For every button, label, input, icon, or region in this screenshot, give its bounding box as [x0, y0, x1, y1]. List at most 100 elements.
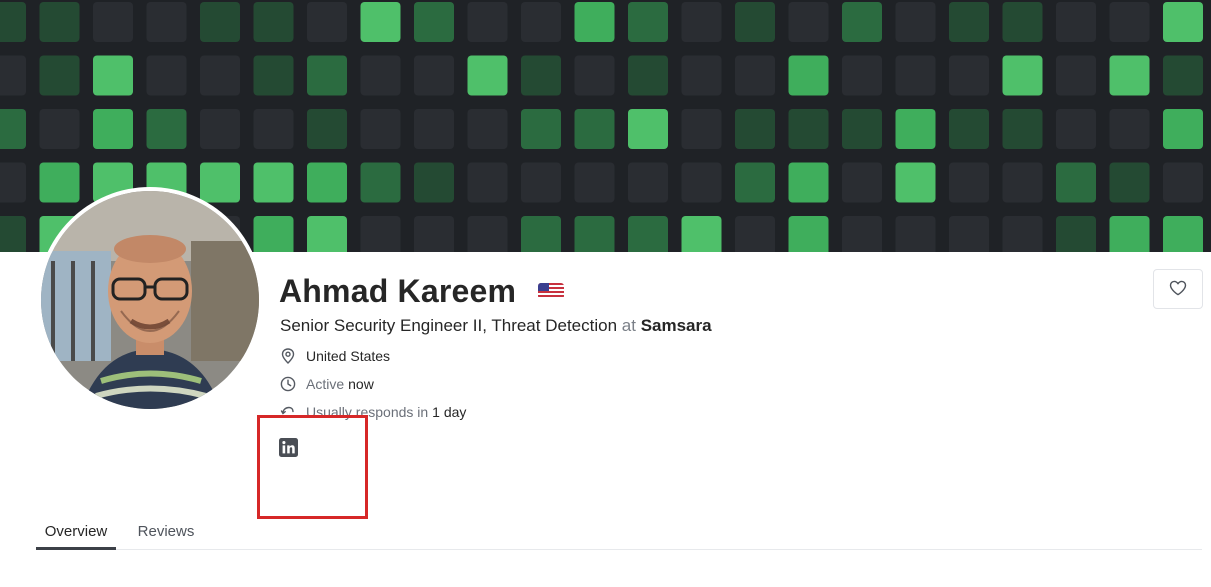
banner-tile	[574, 109, 615, 149]
banner-tile	[628, 109, 668, 149]
banner-tile	[93, 109, 133, 149]
banner-tile	[467, 162, 508, 203]
banner-tile	[93, 2, 133, 42]
banner-tile	[788, 2, 829, 42]
profile-page: Ahmad Kareem Senior Security Engineer II…	[0, 0, 1211, 587]
banner-tile	[788, 162, 829, 203]
banner-tile	[788, 216, 829, 252]
profile-name-row: Ahmad Kareem	[279, 270, 565, 312]
banner-tile	[1056, 109, 1096, 149]
banner-tile	[307, 216, 347, 252]
profile-name: Ahmad Kareem	[279, 272, 517, 309]
banner-tile	[788, 55, 829, 96]
at-word: at	[621, 316, 636, 335]
banner-tile	[1109, 55, 1150, 96]
banner-tile	[414, 2, 454, 42]
banner-tile	[200, 2, 240, 42]
banner-tile	[1109, 216, 1150, 252]
banner-tile	[681, 2, 722, 42]
banner-tile	[1056, 2, 1096, 42]
banner-tile	[146, 2, 187, 42]
banner-tile	[0, 216, 26, 252]
active-value: now	[348, 376, 374, 392]
banner-tile	[39, 55, 80, 96]
banner-tile	[895, 162, 936, 203]
banner-tile	[39, 109, 80, 149]
banner-tile	[842, 55, 882, 96]
banner-tile	[895, 2, 936, 42]
banner-tile	[307, 55, 347, 96]
banner-tile	[307, 109, 347, 149]
banner-tile	[842, 109, 882, 149]
tab-overview[interactable]: Overview	[36, 523, 116, 550]
banner-tile	[1002, 55, 1043, 96]
banner-tile	[681, 109, 722, 149]
banner-tile	[307, 2, 347, 42]
banner-tile	[1163, 109, 1203, 149]
job-title: Senior Security Engineer II, Threat Dete…	[280, 316, 618, 335]
responds-label: Usually responds in	[306, 404, 429, 420]
clock-icon	[280, 376, 296, 392]
banner-tile	[574, 216, 615, 252]
banner-tile	[681, 55, 722, 96]
banner-tile	[414, 216, 454, 252]
banner-tile	[0, 109, 26, 149]
banner-tile	[0, 162, 26, 203]
banner-tile	[949, 162, 989, 203]
banner-tile	[360, 2, 401, 42]
banner-tile	[39, 162, 80, 203]
banner-tile	[1163, 55, 1203, 96]
banner-tile	[735, 162, 775, 203]
banner-tile	[628, 216, 668, 252]
banner-tile	[0, 55, 26, 96]
profile-headline: Senior Security Engineer II, Threat Dete…	[280, 316, 712, 336]
banner-tile	[360, 216, 401, 252]
banner-tile	[1163, 216, 1203, 252]
banner-tile	[842, 162, 882, 203]
banner-tile	[253, 2, 294, 42]
highlight-box	[257, 415, 368, 519]
banner-tile	[949, 2, 989, 42]
avatar	[37, 187, 263, 413]
response-time-row: Usually responds in 1 day	[280, 404, 466, 420]
active-status-row: Active now	[280, 376, 374, 392]
banner-tile	[681, 162, 722, 203]
banner-tile	[414, 162, 454, 203]
banner-tile	[360, 55, 401, 96]
banner-tile	[1163, 162, 1203, 203]
banner-tile	[1109, 162, 1150, 203]
banner-tile	[681, 216, 722, 252]
tab-reviews[interactable]: Reviews	[136, 523, 196, 550]
banner-tile	[895, 55, 936, 96]
location-text: United States	[306, 348, 391, 364]
banner-tile	[735, 2, 775, 42]
banner-tile	[146, 109, 187, 149]
banner-tile	[1056, 162, 1096, 203]
banner-tile	[467, 109, 508, 149]
banner-tile	[253, 109, 294, 149]
banner-tile	[1002, 109, 1043, 149]
banner-tile	[735, 216, 775, 252]
banner-tile	[467, 2, 508, 42]
banner-tile	[521, 162, 561, 203]
banner-tile	[842, 2, 882, 42]
banner-tile	[628, 162, 668, 203]
banner-tile	[628, 2, 668, 42]
banner-tile	[788, 109, 829, 149]
banner-tile	[467, 55, 508, 96]
linkedin-icon[interactable]	[279, 438, 298, 457]
banner-tile	[735, 55, 775, 96]
banner-tile	[360, 109, 401, 149]
banner-tile	[1109, 109, 1150, 149]
banner-tile	[895, 109, 936, 149]
heart-icon	[1169, 280, 1187, 299]
banner-tile	[414, 109, 454, 149]
active-label: Active	[306, 376, 345, 392]
banner-tile	[467, 216, 508, 252]
banner-tile	[1002, 216, 1043, 252]
location-pin-icon	[280, 348, 296, 364]
us-flag-icon	[538, 283, 565, 299]
banner-tile	[521, 55, 561, 96]
banner-tile	[949, 216, 989, 252]
favorite-button[interactable]	[1153, 269, 1203, 309]
